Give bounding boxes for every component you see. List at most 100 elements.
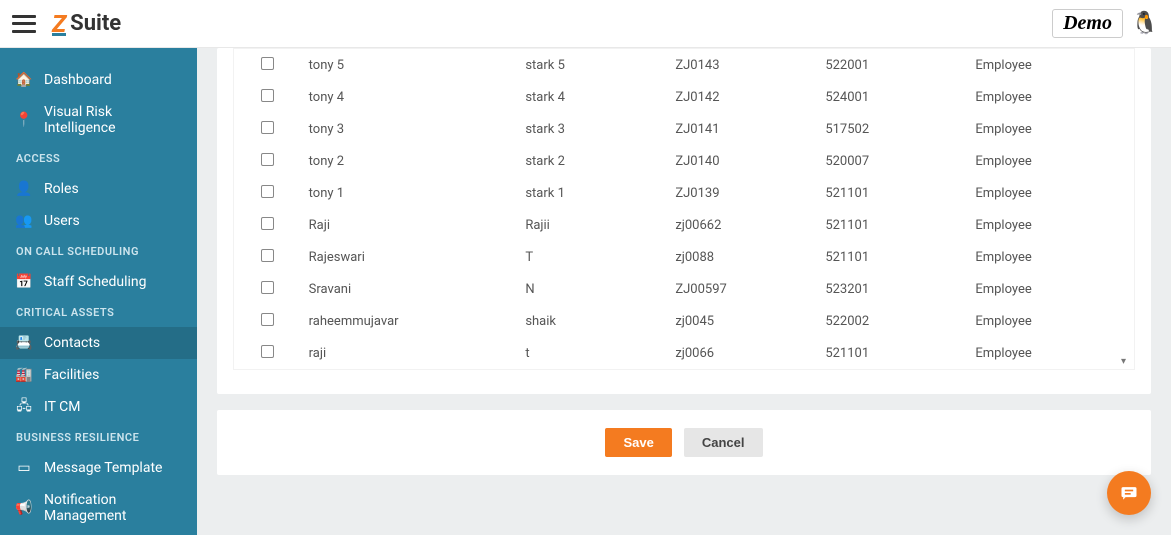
- cancel-button[interactable]: Cancel: [684, 428, 763, 457]
- sidebar-item-label: Roles: [44, 181, 79, 197]
- sidebar-item-visual-risk-intelligence[interactable]: 📍Visual Risk Intelligence: [0, 96, 197, 144]
- action-bar: Save Cancel: [217, 410, 1151, 475]
- cell-pin: 523201: [817, 273, 967, 305]
- cell-employee-id: ZJ0139: [667, 177, 817, 209]
- cell-employee-id: zj0066: [667, 337, 817, 369]
- cell-pin: 520007: [817, 145, 967, 177]
- cell-pin: 521101: [817, 241, 967, 273]
- row-checkbox[interactable]: [261, 345, 274, 358]
- sidebar-item-label: Users: [44, 213, 80, 229]
- row-checkbox[interactable]: [261, 217, 274, 230]
- main-content: tony 5stark 5ZJ0143522001Employeetony 4s…: [197, 48, 1171, 535]
- cell-pin: 522001: [817, 49, 967, 81]
- cell-last-name: N: [517, 273, 667, 305]
- cell-first-name: Sravani: [301, 273, 518, 305]
- cell-first-name: tony 1: [301, 177, 518, 209]
- row-checkbox[interactable]: [261, 313, 274, 326]
- sidebar-item-staff-scheduling[interactable]: 📅 Staff Scheduling: [0, 266, 197, 298]
- cell-employee-id: ZJ0140: [667, 145, 817, 177]
- sidebar-section-title: ACCESS: [0, 144, 197, 173]
- users-icon: 👥: [16, 213, 32, 229]
- itcm-icon: 🖧: [16, 399, 32, 415]
- sidebar-item-notification-management[interactable]: 📢 Notification Management: [0, 484, 197, 532]
- table-row: tony 4stark 4ZJ0142524001Employee: [234, 81, 1134, 113]
- cell-pin: 517502: [817, 113, 967, 145]
- table-row: tony 3stark 3ZJ0141517502Employee: [234, 113, 1134, 145]
- cell-type: Employee: [967, 337, 1134, 369]
- contacts-table: tony 5stark 5ZJ0143522001Employeetony 4s…: [234, 49, 1134, 369]
- cell-type: Employee: [967, 305, 1134, 337]
- facility-icon: 🏭: [16, 367, 32, 383]
- cell-pin: 521101: [817, 177, 967, 209]
- cell-employee-id: ZJ0143: [667, 49, 817, 81]
- cell-type: Employee: [967, 241, 1134, 273]
- row-checkbox[interactable]: [261, 153, 274, 166]
- table-card: tony 5stark 5ZJ0143522001Employeetony 4s…: [217, 48, 1151, 394]
- chat-icon: [1119, 483, 1139, 503]
- cell-last-name: Rajii: [517, 209, 667, 241]
- cell-type: Employee: [967, 145, 1134, 177]
- row-checkbox[interactable]: [261, 249, 274, 262]
- cell-last-name: stark 2: [517, 145, 667, 177]
- cell-employee-id: ZJ0142: [667, 81, 817, 113]
- calendar-icon: 📅: [16, 274, 32, 290]
- demo-badge: Demo: [1052, 9, 1123, 38]
- cell-pin: 521101: [817, 209, 967, 241]
- table-row: SravaniNZJ00597523201Employee: [234, 273, 1134, 305]
- row-checkbox[interactable]: [261, 121, 274, 134]
- sidebar-item-it-cm[interactable]: 🖧 IT CM: [0, 391, 197, 423]
- chat-button[interactable]: [1107, 471, 1151, 515]
- cell-type: Employee: [967, 81, 1134, 113]
- sidebar-item-label: Staff Scheduling: [44, 274, 147, 290]
- sidebar-item-users[interactable]: 👥 Users: [0, 205, 197, 237]
- cell-type: Employee: [967, 49, 1134, 81]
- cell-employee-id: zj0088: [667, 241, 817, 273]
- brand[interactable]: Z Suite: [52, 10, 121, 38]
- menu-toggle-button[interactable]: [12, 15, 36, 33]
- pin-icon: 📍: [16, 112, 32, 128]
- cell-type: Employee: [967, 209, 1134, 241]
- table-row: raheemmujavarshaikzj0045522002Employee: [234, 305, 1134, 337]
- notify-icon: 📢: [16, 500, 32, 516]
- user-icon: 👤: [16, 181, 32, 197]
- contacts-icon: 📇: [16, 335, 32, 351]
- row-checkbox[interactable]: [261, 281, 274, 294]
- sidebar-item-contacts[interactable]: 📇 Contacts: [0, 327, 197, 359]
- sidebar-item-label: Facilities: [44, 367, 99, 383]
- sidebar-item-label: IT CM: [44, 399, 81, 415]
- cell-pin: 524001: [817, 81, 967, 113]
- template-icon: ▭: [16, 460, 32, 476]
- cell-first-name: Rajeswari: [301, 241, 518, 273]
- sidebar: 🏠Dashboard📍Visual Risk IntelligenceACCES…: [0, 48, 197, 535]
- row-checkbox[interactable]: [261, 185, 274, 198]
- save-button[interactable]: Save: [605, 428, 671, 457]
- cell-last-name: stark 3: [517, 113, 667, 145]
- cell-type: Employee: [967, 273, 1134, 305]
- sidebar-item-label: Notification Management: [44, 492, 181, 524]
- row-checkbox[interactable]: [261, 57, 274, 70]
- cell-last-name: stark 5: [517, 49, 667, 81]
- cell-type: Employee: [967, 113, 1134, 145]
- sidebar-section-title: BUSINESS RESILIENCE: [0, 423, 197, 452]
- cell-employee-id: ZJ0141: [667, 113, 817, 145]
- avatar[interactable]: 🐧: [1131, 10, 1159, 38]
- dashboard-icon: 🏠: [16, 72, 32, 88]
- table-scroll[interactable]: tony 5stark 5ZJ0143522001Employeetony 4s…: [233, 48, 1135, 370]
- cell-first-name: Raji: [301, 209, 518, 241]
- cell-first-name: raji: [301, 337, 518, 369]
- cell-first-name: tony 2: [301, 145, 518, 177]
- sidebar-item-dashboard[interactable]: 🏠Dashboard: [0, 64, 197, 96]
- sidebar-item-facilities[interactable]: 🏭 Facilities: [0, 359, 197, 391]
- sidebar-section-title: CRITICAL ASSETS: [0, 298, 197, 327]
- cell-employee-id: zj0045: [667, 305, 817, 337]
- cell-first-name: tony 3: [301, 113, 518, 145]
- table-row: RajiRajiizj00662521101Employee: [234, 209, 1134, 241]
- table-row: tony 5stark 5ZJ0143522001Employee: [234, 49, 1134, 81]
- brand-text: Suite: [70, 11, 121, 36]
- sidebar-item-roles[interactable]: 👤 Roles: [0, 173, 197, 205]
- sidebar-item-message-template[interactable]: ▭Message Template: [0, 452, 197, 484]
- cell-last-name: stark 4: [517, 81, 667, 113]
- cell-last-name: stark 1: [517, 177, 667, 209]
- row-checkbox[interactable]: [261, 89, 274, 102]
- sidebar-item-label: Contacts: [44, 335, 100, 351]
